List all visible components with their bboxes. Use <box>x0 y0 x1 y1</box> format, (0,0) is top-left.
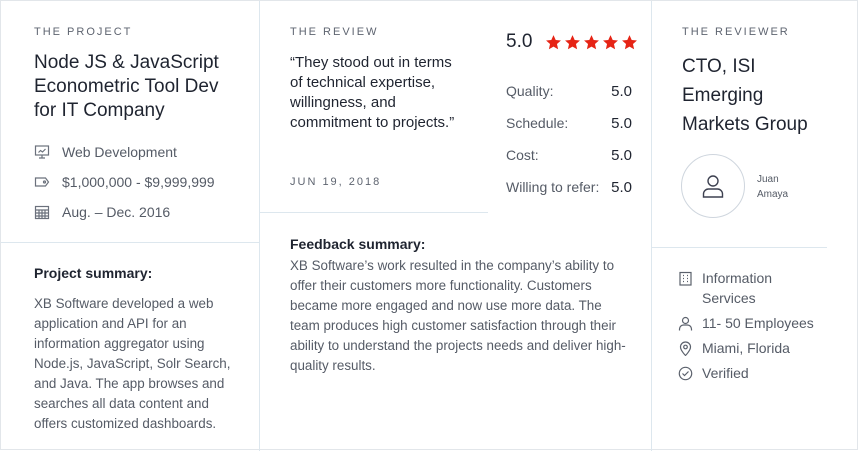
check-circle-icon <box>678 366 693 381</box>
verified-line: Verified <box>678 363 749 383</box>
building-icon <box>679 271 692 286</box>
divider <box>1 242 259 243</box>
project-summary-text: XB Software developed a web application … <box>34 296 231 431</box>
overall-rating: 5.0 <box>506 31 640 53</box>
presentation-icon <box>34 145 50 159</box>
reviewer-name: Juan Amaya <box>757 172 817 202</box>
rating-label: Cost: <box>506 147 539 163</box>
rating-row-schedule: Schedule: 5.0 <box>506 115 632 132</box>
service-line: Web Development <box>34 144 177 160</box>
reviewer-last-name: Amaya <box>757 189 789 200</box>
star-icon <box>603 34 619 49</box>
reviewer-first-name: Juan <box>757 174 779 185</box>
feedback-summary-heading: Feedback summary: <box>290 236 426 252</box>
rating-row-willing-to-refer: Willing to refer: 5.0 <box>506 179 632 196</box>
location-line: Miami, Florida <box>678 338 790 358</box>
reviewer-title: CTO, ISI Emerging Markets Group <box>682 56 808 135</box>
dates-text: Aug. – Dec. 2016 <box>62 204 171 220</box>
verified-text: Verified <box>702 365 749 381</box>
rating-value: 5.0 <box>611 83 632 100</box>
location-text: Miami, Florida <box>702 340 790 356</box>
rating-label: Quality: <box>506 83 554 99</box>
star-icon <box>546 34 562 49</box>
star-icon <box>565 34 581 49</box>
feedback-summary-text: XB Software’s work resulted in the compa… <box>290 258 626 373</box>
employees-text: 11- 50 Employees <box>702 315 814 331</box>
map-pin-icon <box>679 341 692 356</box>
project-summary-heading: Project summary: <box>34 265 153 281</box>
budget-text: $1,000,000 - $9,999,999 <box>62 174 215 190</box>
service-text: Web Development <box>62 144 177 160</box>
divider <box>651 1 652 451</box>
industry-text: Information Services <box>702 270 773 306</box>
person-icon <box>678 316 693 331</box>
calendar-icon <box>34 205 50 220</box>
review-eyebrow: THE REVIEW <box>290 26 379 38</box>
divider <box>651 247 827 248</box>
review-date: JUN 19, 2018 <box>290 176 382 188</box>
budget-line: $1,000,000 - $9,999,999 <box>34 174 215 190</box>
review-card: THE PROJECT Node JS & JavaScript Econome… <box>0 0 858 451</box>
price-tag-icon <box>34 177 50 187</box>
rating-value: 5.0 <box>611 147 632 164</box>
user-icon <box>702 175 724 198</box>
overall-score: 5.0 <box>506 31 533 52</box>
industry-line: Information Services <box>678 268 808 308</box>
review-quote: “They stood out in terms of technical ex… <box>290 54 455 131</box>
rating-row-quality: Quality: 5.0 <box>506 83 632 100</box>
employees-line: 11- 50 Employees <box>678 313 814 333</box>
dates-line: Aug. – Dec. 2016 <box>34 204 170 220</box>
divider <box>259 1 260 451</box>
project-eyebrow: THE PROJECT <box>34 26 133 38</box>
star-icon <box>622 34 638 49</box>
rating-value: 5.0 <box>611 115 632 132</box>
project-title: Node JS & JavaScript Econometric Tool De… <box>34 52 219 121</box>
reviewer-eyebrow: THE REVIEWER <box>682 26 790 38</box>
star-rating <box>545 34 640 51</box>
star-icon <box>584 34 600 49</box>
rating-value: 5.0 <box>611 179 632 196</box>
rating-label: Willing to refer: <box>506 179 600 195</box>
divider <box>259 212 488 213</box>
rating-label: Schedule: <box>506 115 569 131</box>
rating-row-cost: Cost: 5.0 <box>506 147 632 164</box>
avatar <box>681 154 745 218</box>
